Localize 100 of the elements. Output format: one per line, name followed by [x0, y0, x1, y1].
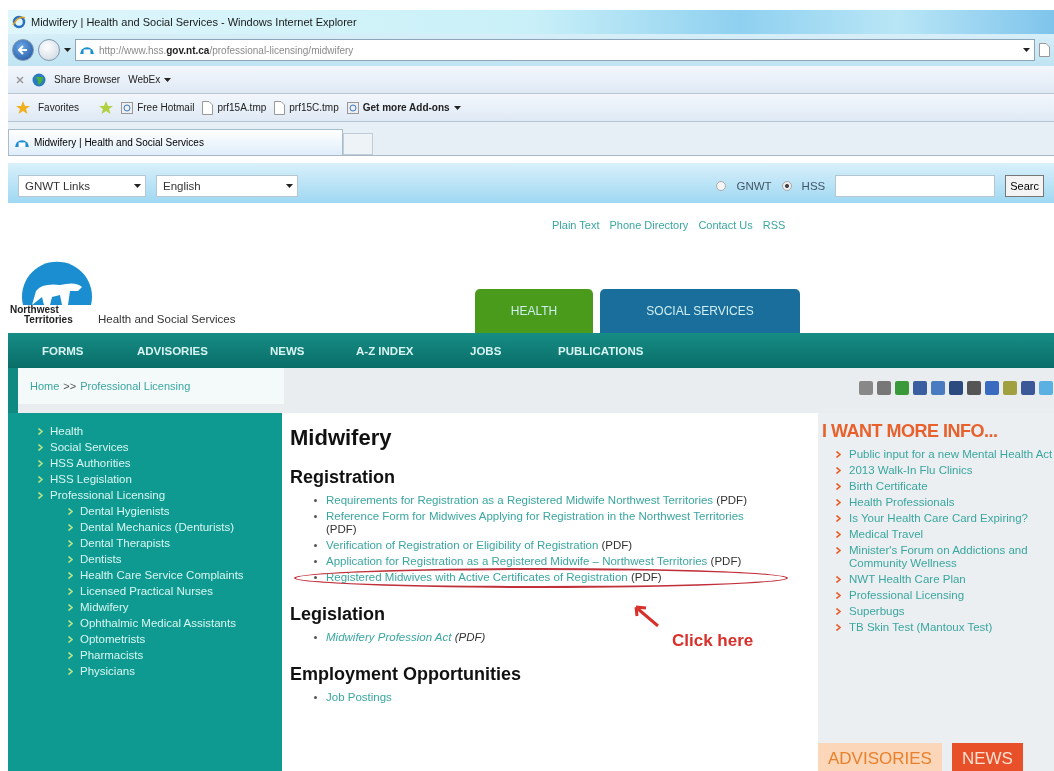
document-link[interactable]: Verification of Registration or Eligibility of Registration [326, 539, 599, 551]
browser-tab[interactable]: Midwifery | Health and Social Services [8, 129, 343, 155]
sidebar-item[interactable]: Professional Licensing [50, 489, 166, 502]
caret-icon [134, 184, 141, 188]
breadcrumb-separator: >> [63, 380, 77, 392]
share-icon[interactable] [912, 380, 928, 396]
chevron-icon [68, 556, 73, 563]
info-link[interactable]: Public input for a new Mental Health Act [849, 448, 1053, 461]
section-tab[interactable]: HEALTH [475, 289, 593, 333]
address-field[interactable]: http://www.hss.gov.nt.ca/professional-licensing/midwifery [75, 39, 1035, 61]
radio-button[interactable] [781, 181, 792, 191]
share-icon[interactable] [984, 380, 1000, 396]
nav-link[interactable]: FORMS [42, 344, 137, 357]
breadcrumb-link[interactable]: Home [30, 380, 60, 392]
sidebar-item[interactable]: Dental Therapists [80, 537, 170, 550]
chevron-icon [836, 515, 841, 522]
info-link[interactable]: Health Professionals [849, 496, 955, 509]
file-type-label: (PDF) [601, 539, 633, 551]
search-field[interactable] [835, 175, 996, 197]
caret-icon [64, 48, 71, 52]
sidebar-item[interactable]: Dental Hygienists [80, 505, 170, 518]
page-title: Midwifery [290, 425, 392, 451]
favorites-button[interactable]: Favorites [38, 102, 80, 113]
info-link[interactable]: Professional Licensing [849, 589, 965, 602]
section-tab[interactable]: SOCIAL SERVICES [600, 289, 800, 333]
document-link[interactable]: Reference Form for Midwives Applying for Registration in the Northwest Territories [326, 510, 744, 522]
sidebar-item[interactable]: Optometrists [80, 633, 146, 646]
nav-link[interactable]: NEWS [270, 344, 356, 357]
chevron-icon [836, 467, 841, 474]
info-link[interactable]: TB Skin Test (Mantoux Test) [849, 621, 993, 634]
share-icon[interactable] [948, 380, 964, 396]
sidebar-item[interactable]: HSS Legislation [50, 473, 132, 486]
chevron-icon [836, 483, 841, 490]
sidebar-item[interactable]: Ophthalmic Medical Assistants [80, 617, 236, 630]
sidebar-item[interactable]: Health [50, 425, 84, 438]
back-button[interactable] [12, 39, 34, 61]
favorite-link[interactable]: prf15A.tmp [202, 100, 267, 115]
header-link[interactable]: Plain Text [552, 219, 600, 231]
sidebar-item[interactable]: Social Services [50, 441, 129, 454]
sidebar-item[interactable]: HSS Authorities [50, 457, 131, 470]
share-icon[interactable] [1020, 380, 1036, 396]
sidebar-item[interactable]: Dental Mechanics (Denturists) [80, 521, 235, 534]
nav-link[interactable]: A-Z INDEX [356, 344, 470, 357]
site-icon [15, 138, 29, 147]
document-link[interactable]: Registered Midwives with Active Certificates of Registration [326, 571, 628, 583]
breadcrumb-link[interactable]: Professional Licensing [80, 380, 191, 392]
browser-icon [12, 15, 26, 29]
bullet-icon [314, 515, 317, 518]
arrow-icon [634, 605, 660, 627]
share-icon[interactable] [930, 380, 946, 396]
nav-link[interactable]: JOBS [470, 344, 558, 357]
nav-link[interactable]: ADVISORIES [137, 344, 270, 357]
search-button[interactable]: Searc [1005, 175, 1044, 197]
bullet-icon [314, 560, 317, 563]
favorite-link[interactable]: Free Hotmail [121, 101, 195, 114]
section-heading: Legislation [290, 604, 385, 625]
sidebar-item[interactable]: Health Care Service Complaints [80, 569, 244, 582]
header-link[interactable]: RSS [762, 219, 786, 231]
sidebar-item[interactable]: Physicians [80, 665, 135, 678]
news-tab[interactable]: ADVISORIES [818, 743, 942, 771]
sidebar-item[interactable]: Midwifery [80, 601, 129, 614]
dropdown[interactable]: GNWT Links [18, 175, 146, 197]
caret-icon [1023, 48, 1030, 52]
header-link[interactable]: Contact Us [698, 219, 753, 231]
favorite-link[interactable]: Get more Add-ons [346, 101, 461, 114]
info-link[interactable]: Birth Certificate [849, 480, 928, 493]
document-link[interactable]: Application for Registration as a Registered Midwife – Northwest Territories [326, 555, 708, 567]
news-tab[interactable]: NEWS [951, 743, 1023, 771]
chevron-icon [38, 476, 43, 483]
chevron-icon [68, 588, 73, 595]
document-link[interactable]: Requirements for Registration as a Registered Midwife Northwest Territories [326, 494, 714, 506]
site-icon [80, 46, 94, 54]
info-link[interactable]: NWT Health Care Plan [849, 573, 966, 586]
header-link[interactable]: Phone Directory [609, 219, 689, 231]
info-link[interactable]: Superbugs [849, 605, 905, 618]
sidebar-item[interactable]: Pharmacists [80, 649, 144, 662]
nav-link[interactable]: PUBLICATIONS [558, 344, 678, 357]
toolbar-button[interactable]: WebEx [128, 74, 172, 85]
chevron-icon [38, 460, 43, 467]
radio-label: GNWT [736, 180, 772, 192]
add-favorite-icon[interactable] [99, 100, 114, 115]
page-icon [1039, 43, 1050, 57]
info-link[interactable]: Minister's Forum on Addictions and Community Wellness [849, 544, 1054, 570]
star-icon [16, 100, 30, 115]
toolbar-button[interactable]: Share Browser [54, 74, 121, 85]
info-link[interactable]: 2013 Walk-In Flu Clinics [849, 464, 973, 477]
info-link[interactable]: Medical Travel [849, 528, 924, 541]
sidebar-item[interactable]: Licensed Practical Nurses [80, 585, 213, 598]
close-icon[interactable] [16, 75, 24, 84]
document-link[interactable]: Midwifery Profession Act [326, 631, 452, 643]
radio-button[interactable] [716, 181, 727, 191]
favorite-link[interactable]: prf15C.tmp [274, 100, 339, 115]
dropdown[interactable]: English [156, 175, 298, 197]
share-icon[interactable] [966, 380, 982, 396]
document-link[interactable]: Job Postings [326, 691, 392, 703]
forward-button[interactable] [38, 39, 60, 61]
share-icon[interactable] [876, 380, 892, 396]
chevron-icon [68, 668, 73, 675]
info-link[interactable]: Is Your Health Care Card Expiring? [849, 512, 1028, 525]
sidebar-item[interactable]: Dentists [80, 553, 122, 566]
